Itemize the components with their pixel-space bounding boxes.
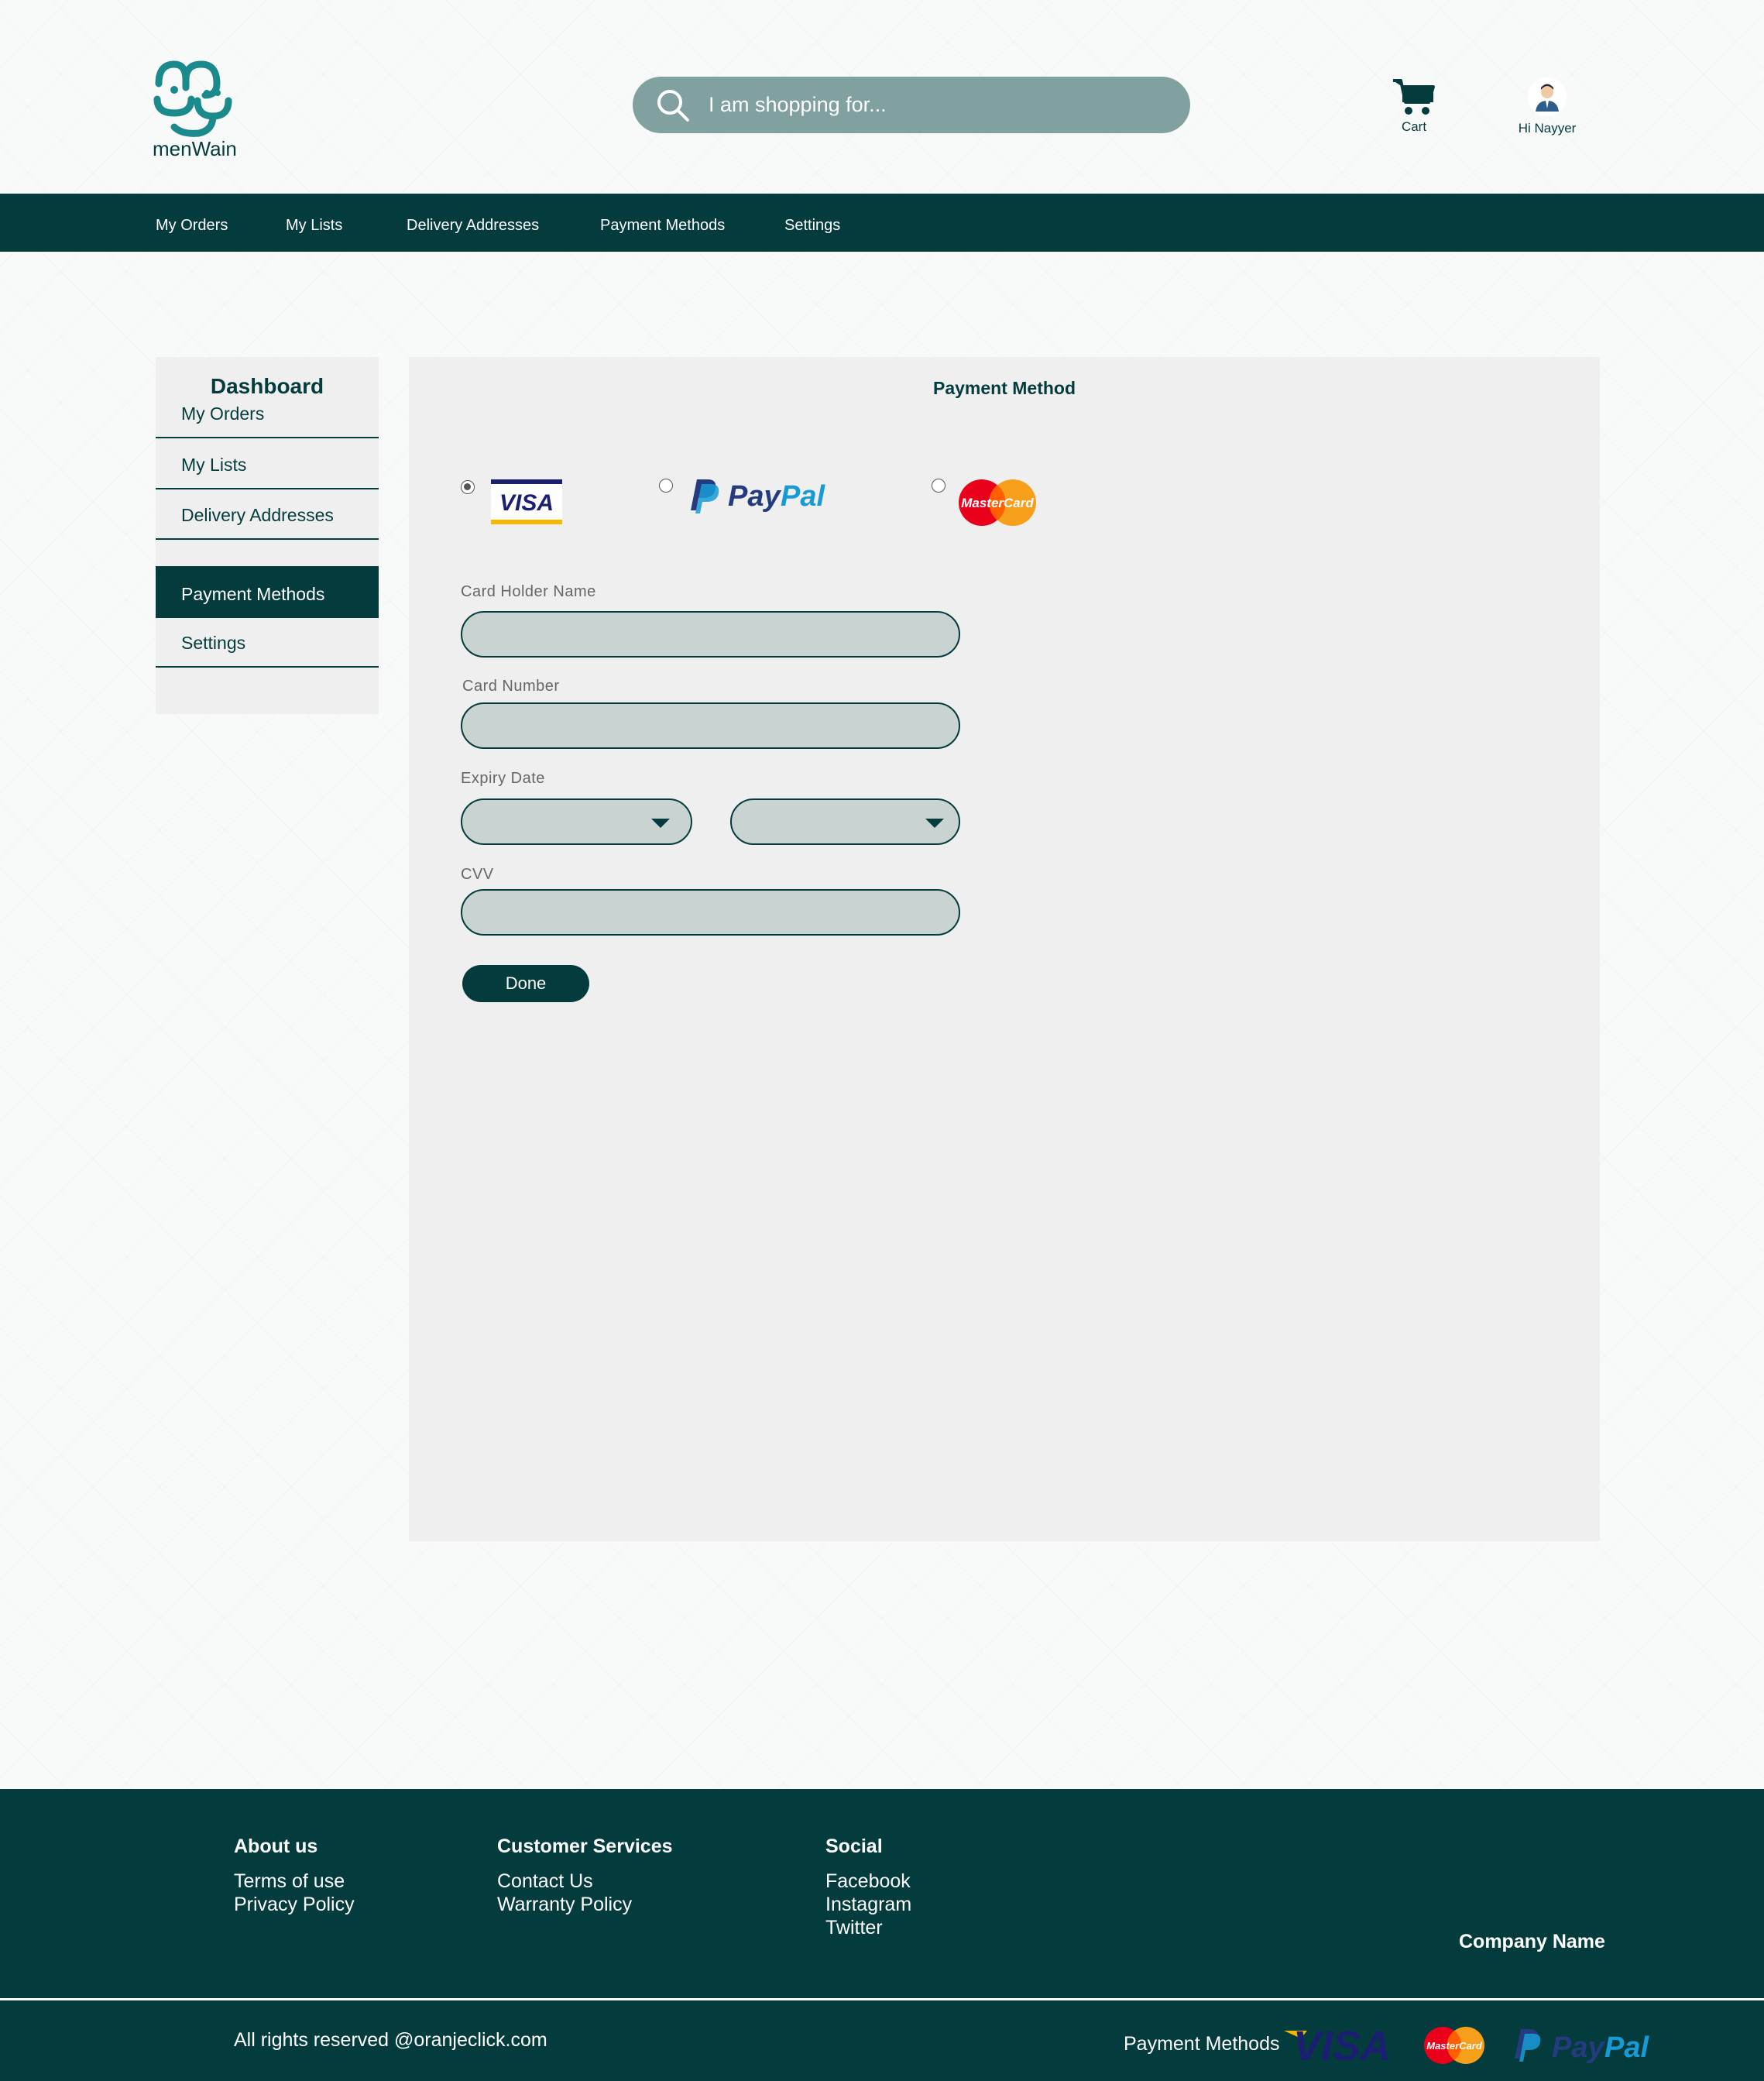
panel-title: Payment Method (932, 378, 1076, 398)
svg-text:Pal: Pal (781, 480, 825, 513)
sidebar-item-label: Settings (181, 633, 246, 653)
footer-link-twitter[interactable]: Twitter (825, 1917, 883, 1939)
nav-delivery-addresses[interactable]: Delivery Addresses (407, 194, 539, 252)
search-bar[interactable] (633, 77, 1190, 133)
payment-methods-label: Payment Methods (1124, 2033, 1280, 2055)
radio-paypal[interactable] (659, 479, 673, 493)
done-button[interactable]: Done (462, 965, 589, 1002)
header: menWain Cart Hi Nayyer (0, 0, 1764, 194)
footer-social-heading: Social (825, 1835, 883, 1857)
paypal-logo-icon: Pay Pal (685, 476, 839, 517)
chevron-down-icon (651, 819, 670, 828)
footer-link-warranty[interactable]: Warranty Policy (497, 1894, 632, 1916)
visa-logo-text: VISA (499, 490, 554, 516)
footer-mastercard-icon: MasterCard (1423, 2026, 1485, 2065)
chevron-down-icon (925, 819, 944, 828)
footer-services-heading: Customer Services (497, 1835, 673, 1857)
cart-icon (1393, 79, 1435, 115)
logo-wordmark: menWain (153, 137, 237, 160)
footer-link-facebook[interactable]: Facebook (825, 1870, 911, 1893)
expiry-year-select[interactable] (730, 798, 960, 845)
card-number-label: Card Number (462, 678, 560, 695)
svg-text:Pay: Pay (1552, 2031, 1605, 2064)
avatar-icon (1528, 77, 1567, 116)
footer-link-contact[interactable]: Contact Us (497, 1870, 593, 1893)
nav-my-orders[interactable]: My Orders (156, 194, 228, 252)
footer-visa-text: VISA (1293, 2023, 1391, 2066)
footer-visa-icon: VISA (1284, 2023, 1400, 2069)
card-holder-input[interactable] (461, 611, 960, 658)
svg-text:Pal: Pal (1604, 2031, 1649, 2064)
footer-divider (0, 1998, 1764, 2000)
cart-label: Cart (1401, 119, 1427, 134)
mastercard-logo-text: MasterCard (961, 496, 1034, 510)
svg-text:Pay: Pay (728, 480, 781, 513)
cvv-label: CVV (461, 866, 494, 883)
visa-logo-icon: VISA (491, 479, 562, 524)
sidebar-item-label: Payment Methods (181, 584, 325, 604)
radio-mastercard[interactable] (932, 479, 945, 493)
payment-method-panel: Payment Method VISA Pay Pal MasterCard C… (409, 357, 1600, 1541)
footer-about-heading: About us (234, 1835, 318, 1857)
search-input[interactable] (709, 93, 1173, 117)
sidebar-item-my-lists[interactable]: My Lists (156, 440, 379, 489)
sidebar-item-settings[interactable]: Settings (156, 618, 379, 668)
dashboard-sidebar: Dashboard My Orders My Lists Delivery Ad… (156, 357, 379, 714)
sidebar-item-my-orders[interactable]: My Orders (156, 389, 379, 438)
nav-payment-methods[interactable]: Payment Methods (600, 194, 725, 252)
cart-button[interactable]: Cart (1383, 77, 1445, 135)
top-nav: My Orders My Lists Delivery Addresses Pa… (0, 194, 1764, 252)
footer-paypal-icon: Pay Pal (1510, 2024, 1649, 2065)
copyright-text: All rights reserved @oranjeclick.com (234, 2029, 547, 2051)
expiry-month-select[interactable] (461, 798, 692, 845)
footer-link-instagram[interactable]: Instagram (825, 1894, 911, 1916)
expiry-date-label: Expiry Date (461, 770, 545, 787)
footer-mastercard-text: MasterCard (1426, 2040, 1483, 2052)
user-greeting: Hi Nayyer (1518, 121, 1577, 136)
nav-my-lists[interactable]: My Lists (286, 194, 342, 252)
sidebar-item-label: My Orders (181, 403, 265, 424)
footer-link-terms[interactable]: Terms of use (234, 1870, 345, 1893)
sidebar-item-label: Delivery Addresses (181, 505, 334, 525)
mastercard-logo-icon: MasterCard (957, 478, 1038, 527)
search-icon (657, 89, 689, 122)
user-menu[interactable]: Hi Nayyer (1508, 77, 1586, 136)
footer-link-privacy[interactable]: Privacy Policy (234, 1894, 355, 1916)
cvv-input[interactable] (461, 889, 960, 936)
footer: About us Terms of use Privacy Policy Cus… (0, 1789, 1764, 2081)
card-holder-label: Card Holder Name (461, 583, 596, 600)
brand-logo[interactable]: menWain (151, 53, 252, 161)
radio-visa[interactable] (461, 480, 475, 494)
company-name: Company Name (1459, 1931, 1605, 1952)
sidebar-item-label: My Lists (181, 455, 247, 475)
nav-settings[interactable]: Settings (784, 194, 840, 252)
sidebar-item-delivery-addresses[interactable]: Delivery Addresses (156, 490, 379, 540)
sidebar-item-payment-methods[interactable]: Payment Methods (156, 566, 379, 618)
card-number-input[interactable] (461, 702, 960, 749)
